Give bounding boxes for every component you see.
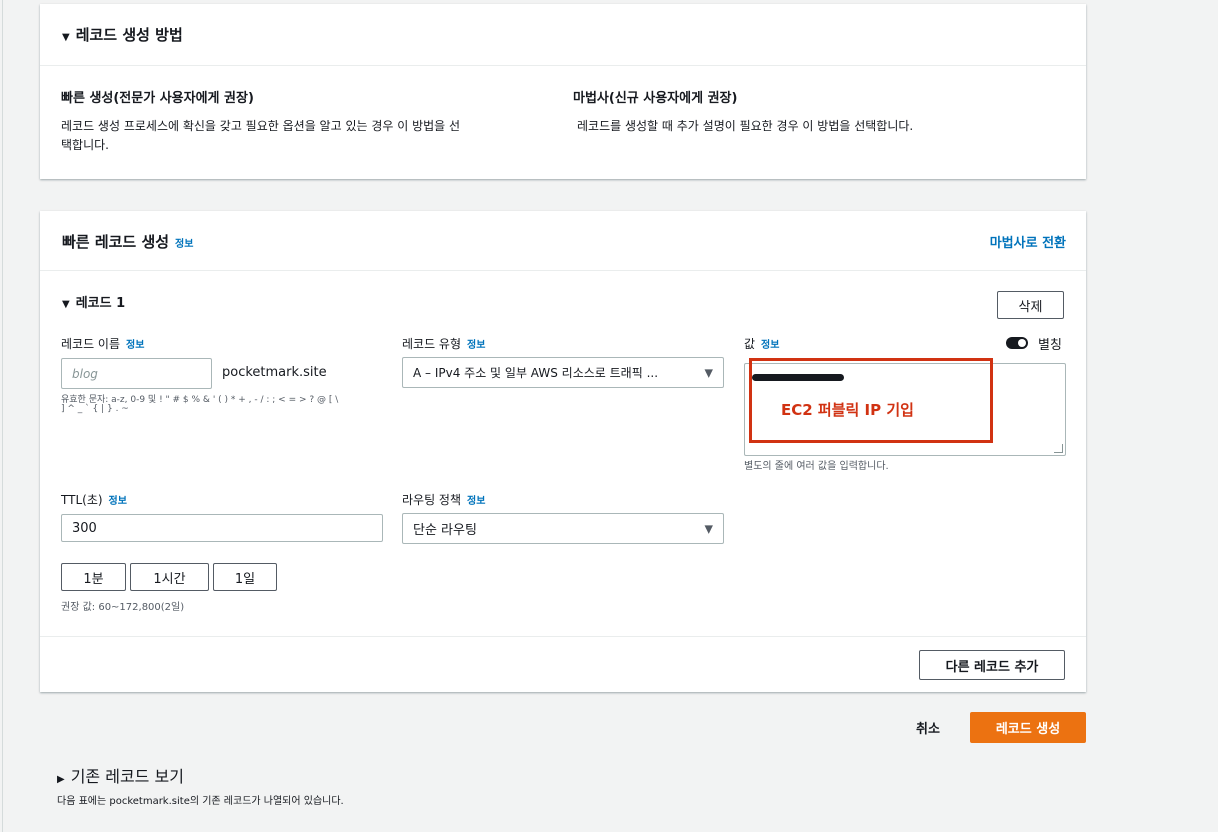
- info-link[interactable]: 정보: [467, 496, 485, 507]
- quick-create-option-desc-1: 레코드 생성 프로세스에 확신을 갖고 필요한 옵션을 알고 있는 경우 이 방…: [61, 119, 461, 133]
- ttl-hint: 권장 값: 60~172,800(2일): [61, 602, 185, 613]
- dropdown-arrow-icon: ▼: [704, 366, 713, 379]
- ttl-label: TTL(초) 정보: [61, 491, 127, 508]
- page-left-border: [2, 0, 3, 832]
- existing-records-title: 기존 레코드 보기: [70, 767, 184, 786]
- quick-record-header: 빠른 레코드 생성 정보: [62, 231, 193, 252]
- creation-method-title: 레코드 생성 방법: [75, 26, 183, 44]
- record-type-value: A – IPv4 주소 및 일부 AWS 리소스로 트래픽 ...: [413, 366, 659, 380]
- creation-method-panel: ▼ 레코드 생성 방법 빠른 생성(전문가 사용자에게 권장) 레코드 생성 프로…: [40, 4, 1086, 179]
- record-1-header[interactable]: ▼ 레코드 1: [62, 292, 125, 311]
- divider: [40, 270, 1086, 271]
- record-name-input[interactable]: blog: [61, 358, 212, 389]
- annotation-text: EC2 퍼블릭 IP 기입: [781, 401, 914, 419]
- wizard-option-desc: 레코드를 생성할 때 추가 설명이 필요한 경우 이 방법을 선택합니다.: [577, 119, 914, 133]
- quick-record-title: 빠른 레코드 생성: [62, 233, 170, 251]
- record-name-label: 레코드 이름 정보: [61, 335, 144, 352]
- ttl-1hour-button[interactable]: 1시간: [130, 563, 209, 591]
- alias-label: 별칭: [1038, 338, 1062, 353]
- create-records-button[interactable]: 레코드 생성: [970, 712, 1086, 743]
- caret-down-icon: ▼: [62, 299, 70, 310]
- quick-create-option-desc-2: 택합니다.: [61, 138, 109, 152]
- divider: [40, 65, 1086, 66]
- record-type-select[interactable]: A – IPv4 주소 및 일부 AWS 리소스로 트래픽 ... ▼: [402, 357, 724, 388]
- domain-suffix: pocketmark.site: [222, 365, 327, 380]
- switch-to-wizard-link[interactable]: 마법사로 전환: [990, 232, 1066, 251]
- ttl-1day-button[interactable]: 1일: [213, 563, 277, 591]
- quick-record-panel: 빠른 레코드 생성 정보 마법사로 전환 ▼ 레코드 1 삭제 레코드 이름 정보 b…: [40, 211, 1086, 692]
- alias-toggle[interactable]: [1006, 337, 1028, 349]
- value-hint: 별도의 줄에 여러 값을 입력합니다.: [744, 461, 889, 472]
- existing-records-desc: 다음 표에는 pocketmark.site의 기존 레코드가 나열되어 있습니…: [57, 796, 344, 807]
- delete-record-button[interactable]: 삭제: [997, 291, 1064, 319]
- info-link[interactable]: 정보: [109, 496, 127, 507]
- caret-down-icon: ▼: [62, 32, 70, 43]
- record-type-label: 레코드 유형 정보: [402, 335, 485, 352]
- routing-policy-select[interactable]: 단순 라우팅 ▼: [402, 513, 724, 544]
- info-link[interactable]: 정보: [761, 340, 779, 351]
- ttl-label-text: TTL(초): [61, 493, 103, 507]
- existing-records-toggle[interactable]: ▶ 기존 레코드 보기: [57, 763, 184, 787]
- routing-policy-label-text: 라우팅 정책: [402, 493, 462, 507]
- record-1-title: 레코드 1: [75, 296, 126, 311]
- dropdown-arrow-icon: ▼: [704, 522, 713, 535]
- routing-policy-label: 라우팅 정책 정보: [402, 491, 485, 508]
- creation-method-header[interactable]: ▼ 레코드 생성 방법: [62, 24, 183, 45]
- ttl-input[interactable]: 300: [61, 514, 383, 542]
- record-type-label-text: 레코드 유형: [402, 337, 462, 351]
- routing-policy-value: 단순 라우팅: [413, 523, 477, 538]
- add-record-button[interactable]: 다른 레코드 추가: [919, 650, 1065, 680]
- caret-right-icon: ▶: [57, 774, 65, 785]
- divider: [40, 636, 1086, 637]
- ttl-1min-button[interactable]: 1분: [61, 563, 126, 591]
- resize-handle-icon[interactable]: [1054, 444, 1063, 453]
- quick-create-option-title[interactable]: 빠른 생성(전문가 사용자에게 권장): [61, 87, 254, 106]
- record-name-label-text: 레코드 이름: [61, 337, 121, 351]
- record-name-hint-2: ] ^ _ ` { | } . ~: [61, 404, 129, 414]
- info-link[interactable]: 정보: [175, 239, 193, 250]
- cancel-button[interactable]: 취소: [900, 712, 956, 743]
- value-label: 값 정보: [744, 335, 779, 352]
- wizard-option-title[interactable]: 마법사(신규 사용자에게 권장): [573, 87, 737, 106]
- info-link[interactable]: 정보: [467, 340, 485, 351]
- info-link[interactable]: 정보: [126, 340, 144, 351]
- value-label-text: 값: [744, 337, 756, 351]
